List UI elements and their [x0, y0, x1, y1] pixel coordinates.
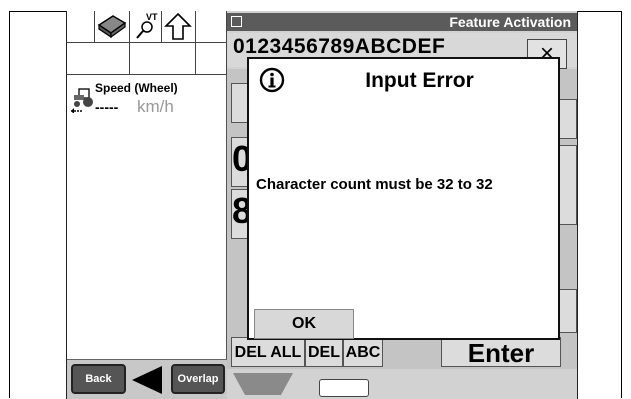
bottom-toolbar: Back Overlap — [67, 359, 227, 399]
grid-cell — [67, 43, 130, 75]
up-arrow-button[interactable] — [162, 11, 196, 43]
vt-label: VT — [146, 12, 158, 22]
abc-button[interactable]: ABC — [343, 337, 383, 367]
overlap-button[interactable]: Overlap — [171, 364, 225, 394]
vt-search-button[interactable]: VT — [130, 11, 162, 43]
overlap-label: Overlap — [177, 373, 219, 385]
back-button[interactable]: Back — [71, 364, 126, 394]
enter-label: Enter — [467, 338, 535, 368]
title-bar: Feature Activation — [227, 13, 577, 31]
left-pane: VT Speed (Wheel) ----- km/h Back Overlap — [67, 11, 227, 399]
grid-cell — [196, 11, 227, 43]
left-triangle-icon[interactable] — [129, 364, 167, 396]
abc-label: ABC — [345, 344, 381, 361]
del-button[interactable]: DEL — [305, 337, 343, 367]
dialog-message: Character count must be 32 to 32 — [256, 176, 493, 193]
up-arrow-icon — [164, 12, 192, 40]
book-icon — [97, 15, 127, 39]
ok-label: OK — [292, 315, 316, 332]
ok-button[interactable]: OK — [254, 309, 354, 339]
grid-cell — [67, 11, 95, 43]
dialog-title: Input Error — [365, 69, 474, 92]
book-icon-button[interactable] — [95, 11, 130, 43]
speed-unit: km/h — [137, 97, 174, 116]
shortcut-grid: VT — [67, 11, 227, 75]
grid-cell — [196, 43, 227, 75]
enter-button[interactable]: Enter — [441, 337, 561, 368]
scroll-tab-left[interactable] — [233, 373, 293, 395]
window-icon — [231, 16, 242, 27]
speed-label: Speed (Wheel) — [95, 81, 178, 95]
page-indicator — [319, 379, 369, 397]
del-all-button[interactable]: DEL ALL — [231, 337, 305, 367]
grid-cell — [130, 43, 196, 75]
activation-code-text: 0123456789ABCDEF — [233, 35, 446, 58]
speed-readout: Speed (Wheel) ----- km/h — [71, 81, 221, 129]
speed-value: ----- — [95, 99, 119, 115]
input-error-dialog: Input Error Character count must be 32 t… — [247, 57, 560, 340]
del-label: DEL — [308, 344, 340, 361]
back-label: Back — [85, 373, 112, 385]
tractor-icon — [71, 88, 93, 113]
del-all-label: DEL ALL — [234, 344, 302, 361]
window-title: Feature Activation — [449, 14, 571, 30]
